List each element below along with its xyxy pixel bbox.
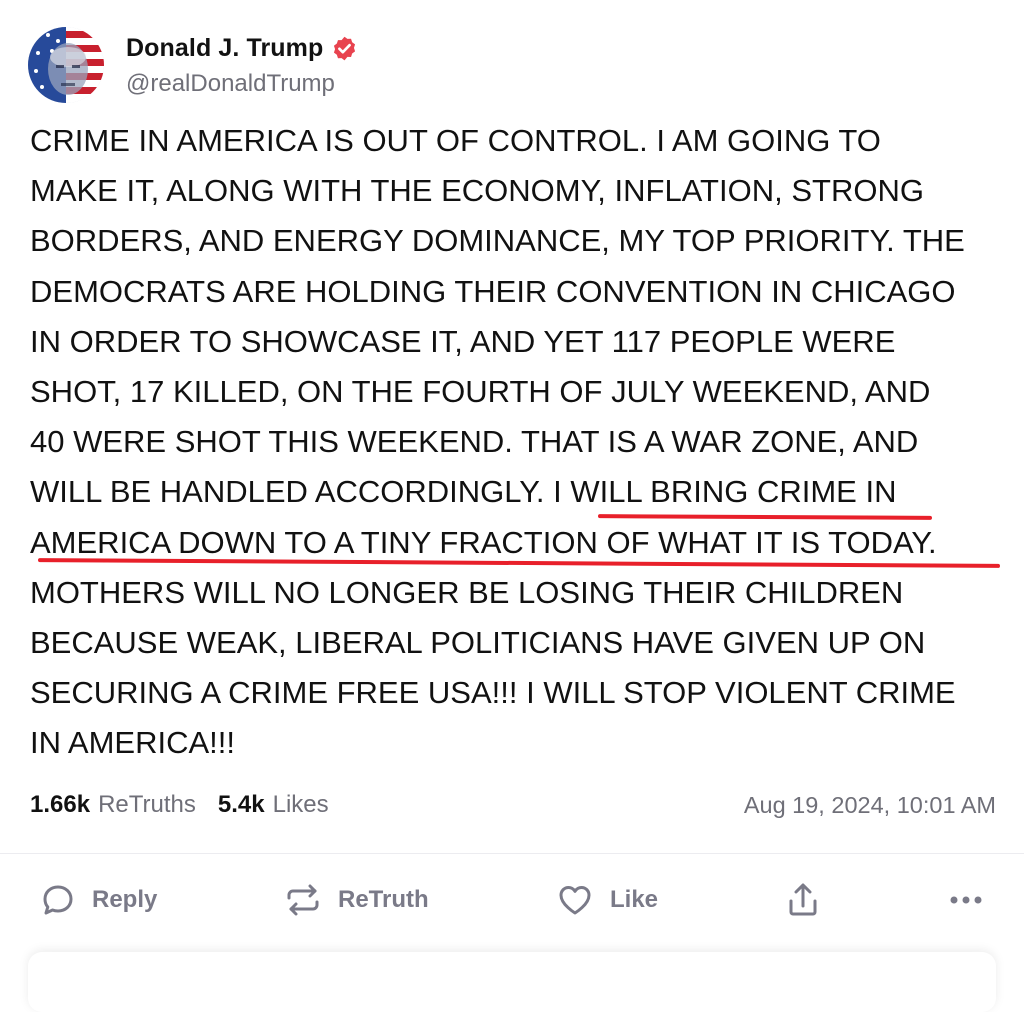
heart-icon (556, 882, 594, 918)
reply-icon (40, 882, 76, 918)
post-line: IN ORDER TO SHOWCASE IT, AND YET 117 PEO… (30, 323, 896, 359)
post-line: 40 WERE SHOT THIS WEEKEND. THAT IS A WAR… (30, 424, 919, 460)
flag-portrait-avatar-icon (28, 27, 104, 103)
likes-label: Likes (272, 791, 329, 818)
verified-badge-icon (334, 36, 356, 60)
post-timestamp: Aug 19, 2024, 10:01 AM (743, 791, 996, 818)
share-button[interactable] (784, 870, 822, 930)
post-line: MOTHERS WILL NO LONGER BE LOSING THEIR C… (30, 574, 904, 610)
avatar[interactable] (28, 27, 104, 103)
post-line: BORDERS, AND ENERGY DOMINANCE, MY TOP PR… (30, 223, 965, 259)
retruth-button[interactable]: ReTruth (284, 870, 429, 930)
reply-label: Reply (92, 886, 158, 913)
like-label: Like (610, 886, 659, 913)
post-text: CRIME IN AMERICA IS OUT OF CONTROL. I AM… (30, 116, 1015, 769)
post-line: SHOT, 17 KILLED, ON THE FOURTH OF JULY W… (30, 374, 931, 410)
display-name[interactable]: Donald J. Trump (126, 34, 323, 63)
likes-stat[interactable]: 5.4k Likes (218, 791, 329, 819)
post-line: CRIME IN AMERICA IS OUT OF CONTROL. I AM… (30, 123, 881, 158)
post-line: SECURING A CRIME FREE USA!!! I WILL STOP… (30, 675, 956, 711)
retruths-count: 1.66k (30, 791, 91, 818)
author-handle[interactable]: @realDonaldTrump (126, 67, 358, 101)
post-line: WILL BE HANDLED ACCORDINGLY. I WILL BRIN… (30, 474, 897, 510)
display-name-row: Donald J. Trump (126, 29, 358, 67)
retruths-stat[interactable]: 1.66k ReTruths (30, 791, 196, 819)
action-bar: Reply ReTruth Like (0, 870, 1024, 930)
retruth-icon (284, 882, 322, 918)
retruth-label: ReTruth (338, 886, 429, 913)
likes-count: 5.4k (217, 791, 265, 818)
post-line: MAKE IT, ALONG WITH THE ECONOMY, INFLATI… (30, 173, 924, 209)
reply-composer-card[interactable] (28, 952, 996, 1012)
more-icon (946, 890, 986, 910)
post-header: Donald J. Trump @realDonaldTrump (28, 26, 358, 104)
divider (0, 853, 1024, 854)
post-stats: 1.66k ReTruths 5.4k Likes Aug 19, 2024, … (30, 786, 996, 824)
share-icon (784, 881, 822, 919)
author-names: Donald J. Trump @realDonaldTrump (126, 29, 358, 101)
post-line: BECAUSE WEAK, LIBERAL POLITICIANS HAVE G… (30, 625, 926, 661)
post-line: IN AMERICA!!! (30, 725, 235, 761)
post-line: DEMOCRATS ARE HOLDING THEIR CONVENTION I… (30, 273, 956, 309)
retruths-label: ReTruths (98, 791, 196, 818)
like-button[interactable]: Like (556, 870, 658, 930)
more-button[interactable] (946, 870, 986, 930)
reply-button[interactable]: Reply (40, 870, 157, 930)
